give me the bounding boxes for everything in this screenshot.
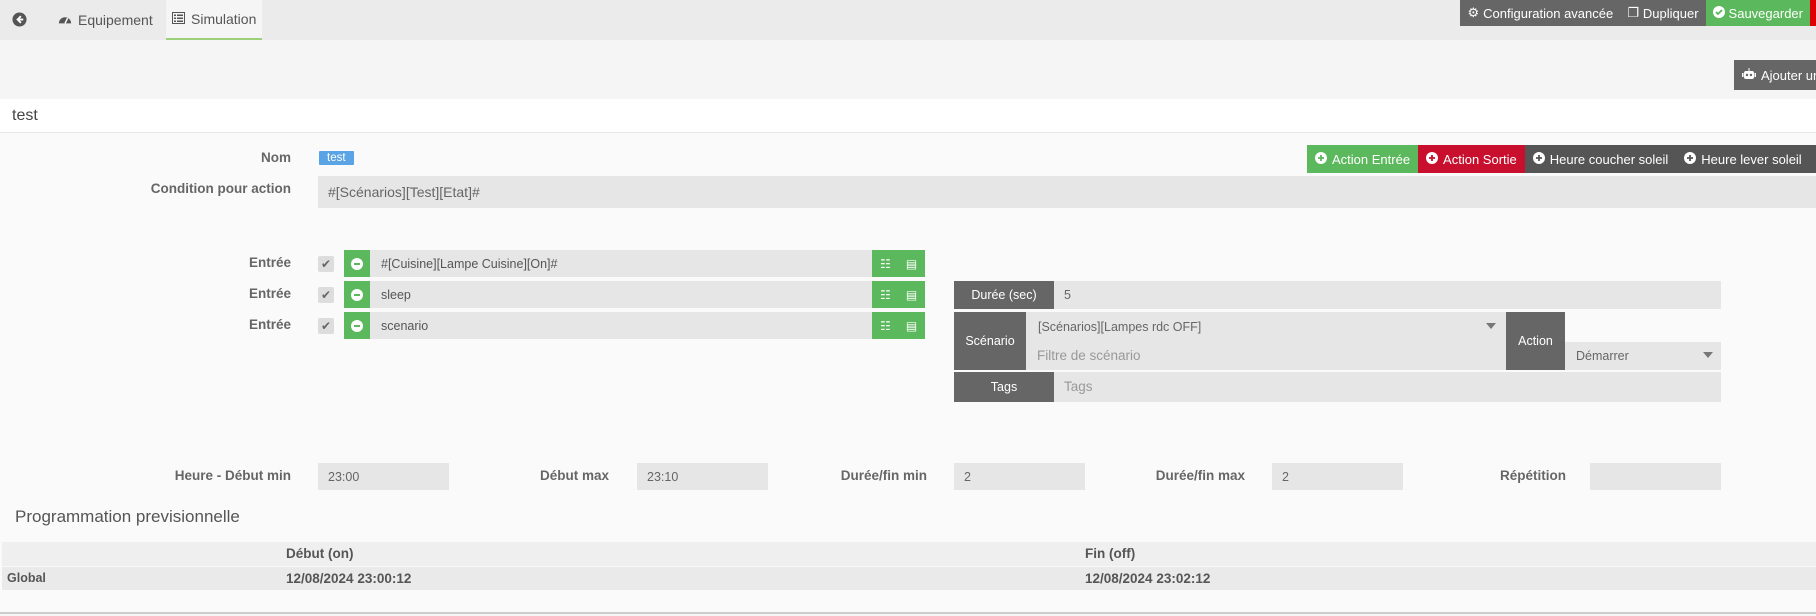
copy-icon: ❐: [1627, 5, 1639, 20]
tab-label: Equipement: [78, 12, 153, 28]
action-selected: Démarrer: [1576, 349, 1629, 363]
minus-circle-icon: [351, 288, 363, 301]
row-name: Global: [7, 571, 46, 585]
duplicate-button[interactable]: ❐ Dupliquer: [1620, 0, 1706, 26]
entree-label: Entrée: [248, 255, 291, 270]
end-min-label: Durée/fin min: [840, 468, 927, 483]
button-label: Heure lever soleil: [1701, 151, 1802, 167]
remove-entry-button[interactable]: [344, 250, 370, 277]
button-label: Action Sortie: [1443, 151, 1517, 167]
end-min-input[interactable]: 2: [954, 463, 1085, 490]
add-button[interactable]: Ajouter une: [1734, 60, 1816, 90]
button-label: Configuration avancée: [1483, 5, 1614, 21]
button-label: Sauvegarder: [1728, 5, 1803, 21]
entry-checkbox[interactable]: ✔: [318, 256, 334, 272]
scenario-filter-input[interactable]: Filtre de scénario: [1026, 341, 1506, 370]
start-min-label: Heure - Début min: [174, 468, 291, 483]
save-button[interactable]: Sauvegarder: [1705, 0, 1810, 26]
column-header: Début (on): [286, 546, 354, 561]
action-label: Action: [1506, 312, 1565, 370]
action-select[interactable]: Démarrer: [1565, 342, 1721, 370]
list-check-icon[interactable]: ☷: [872, 281, 899, 308]
gears-icon: ⚙: [1467, 5, 1480, 20]
duration-input[interactable]: 5: [1054, 281, 1721, 309]
remove-button[interactable]: [1810, 0, 1816, 26]
list-icon[interactable]: ▤: [898, 250, 925, 277]
table-row: Global 12/08/2024 23:00:12 12/08/2024 23…: [2, 566, 1816, 590]
advanced-config-button[interactable]: ⚙ Configuration avancée: [1460, 0, 1621, 26]
action-sortie-button[interactable]: Action Sortie: [1418, 145, 1525, 173]
end-max-label: Durée/fin max: [1155, 468, 1245, 483]
schedule-title: Programmation previsionnelle: [15, 507, 240, 526]
table-header: Début (on) Fin (off): [2, 542, 1816, 566]
tab-simulation[interactable]: Simulation: [166, 0, 263, 40]
scenario-label: Scénario: [954, 312, 1026, 370]
schedule-table: Début (on) Fin (off) Global 12/08/2024 2…: [2, 542, 1816, 590]
minus-circle-icon: [351, 319, 363, 332]
entree-label: Entrée: [248, 317, 291, 332]
button-label: Action Entrée: [1332, 151, 1411, 167]
back-icon[interactable]: [8, 8, 30, 30]
duration-label: Durée (sec): [954, 281, 1054, 309]
scenario-select[interactable]: [Scénarios][Lampes rdc OFF]: [1026, 312, 1506, 341]
entry-input[interactable]: #[Cuisine][Lampe Cuisine][On]#: [370, 250, 872, 277]
column-header: Fin (off): [1085, 546, 1136, 561]
entry-input[interactable]: scenario: [370, 312, 872, 339]
remove-entry-button[interactable]: [344, 281, 370, 308]
chevron-down-icon: [1486, 323, 1496, 329]
start-min-input[interactable]: 23:00: [318, 463, 449, 490]
chevron-down-icon: [1703, 352, 1713, 358]
tags-label: Tags: [954, 372, 1054, 402]
tab-label: Simulation: [191, 11, 257, 27]
panel-title: test: [0, 99, 1816, 133]
repeat-input[interactable]: [1590, 463, 1721, 490]
start-max-label: Début max: [539, 468, 609, 483]
top-bar: Equipement Simulation ⚙ Configuration av…: [0, 0, 1816, 40]
button-label: Dupliquer: [1642, 5, 1699, 21]
remove-entry-button[interactable]: [344, 312, 370, 339]
nom-label: Nom: [261, 150, 291, 165]
entry-checkbox[interactable]: ✔: [318, 287, 334, 303]
tags-input[interactable]: Tags: [1054, 372, 1721, 402]
button-label: Heure coucher soleil: [1549, 151, 1669, 167]
row-start: 12/08/2024 23:00:12: [286, 571, 412, 586]
dashboard-icon: [58, 12, 72, 28]
start-max-input[interactable]: 23:10: [637, 463, 768, 490]
action-buttons: Action Entrée Action Sortie Heure couche…: [1307, 145, 1816, 173]
plus-circle-icon: [1684, 151, 1697, 167]
row-end: 12/08/2024 23:02:12: [1085, 571, 1211, 586]
entry-input[interactable]: sleep: [370, 281, 872, 308]
minus-circle-icon: [351, 257, 363, 270]
button-label: Ajouter une: [1761, 67, 1816, 83]
check-circle-icon: [1712, 5, 1725, 21]
action-entree-button[interactable]: Action Entrée: [1307, 145, 1419, 173]
scenario-selected: [Scénarios][Lampes rdc OFF]: [1038, 319, 1202, 334]
entree-label: Entrée: [248, 286, 291, 301]
sunrise-button[interactable]: Heure lever soleil: [1676, 145, 1810, 173]
list-icon[interactable]: ▤: [898, 281, 925, 308]
end-max-input[interactable]: 2: [1272, 463, 1403, 490]
list-check-icon[interactable]: ☷: [872, 250, 899, 277]
sunset-button[interactable]: Heure coucher soleil: [1524, 145, 1677, 173]
condition-label: Condition pour action: [150, 181, 291, 196]
plus-circle-icon: [1532, 151, 1545, 167]
plus-circle-icon: [1426, 151, 1439, 167]
tab-equipement[interactable]: Equipement: [52, 0, 159, 40]
robot-icon: [1742, 67, 1756, 83]
list-check-icon[interactable]: ☷: [872, 312, 899, 339]
hour-button[interactable]: H: [1809, 145, 1816, 173]
list-icon[interactable]: ▤: [898, 312, 925, 339]
plus-circle-icon: [1315, 151, 1327, 167]
nom-badge: test: [319, 151, 354, 165]
repeat-label: Répétition: [1500, 468, 1566, 483]
list-alt-icon: [172, 11, 185, 27]
top-actions: ⚙ Configuration avancée ❐ Dupliquer Sauv…: [1460, 0, 1816, 26]
entry-checkbox[interactable]: ✔: [318, 318, 334, 334]
condition-input[interactable]: #[Scénarios][Test][Etat]#: [318, 176, 1816, 208]
